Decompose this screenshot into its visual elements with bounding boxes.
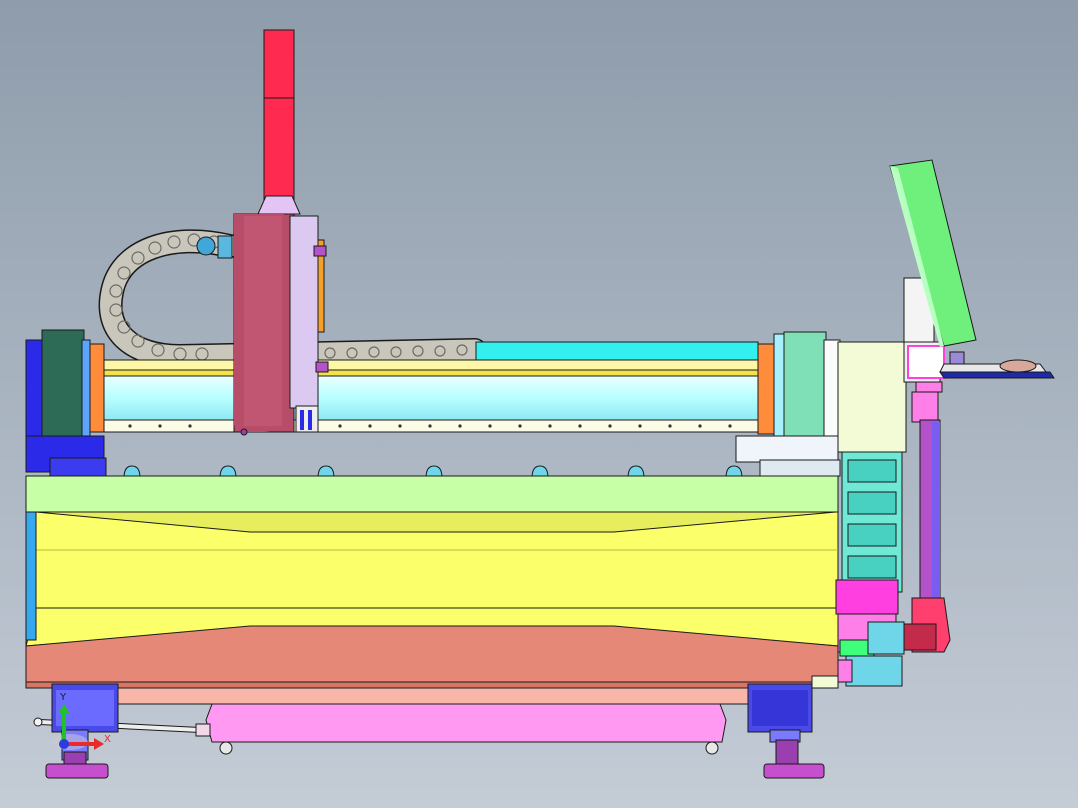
beam-top-cover: [475, 341, 759, 363]
machine-bed: [25, 475, 839, 689]
chip-tray: [205, 703, 727, 743]
carriage-plate: [289, 215, 319, 409]
mouse: [999, 359, 1037, 373]
motor-upper: [867, 621, 905, 655]
beam-linear-rail: [103, 375, 761, 421]
bed-top-layer: [25, 475, 839, 513]
cad-viewport[interactable]: Y X: [0, 0, 1078, 808]
motor-lower: [845, 655, 903, 687]
z-axis-column: [263, 29, 295, 201]
cable-chain-mount: [196, 236, 216, 256]
triad-x-arrow: [94, 738, 104, 750]
lower-frame: [33, 675, 839, 779]
triad-x-label: X: [104, 734, 111, 745]
control-panel-assembly: [889, 159, 1055, 653]
left-end-block: [41, 329, 85, 437]
left-end-assembly: [25, 329, 107, 477]
frame-rail: [115, 687, 753, 705]
right-housing: [837, 341, 907, 453]
cnc-machine-drawing: Y X: [25, 29, 1055, 779]
triad-z-dot: [59, 739, 69, 749]
right-foot: [763, 763, 825, 779]
z-axis-assembly: [233, 29, 329, 436]
right-end-block: [783, 331, 827, 437]
right-drag-chain: [835, 451, 905, 687]
left-foot: [45, 763, 109, 779]
triad-y-label: Y: [59, 692, 67, 703]
